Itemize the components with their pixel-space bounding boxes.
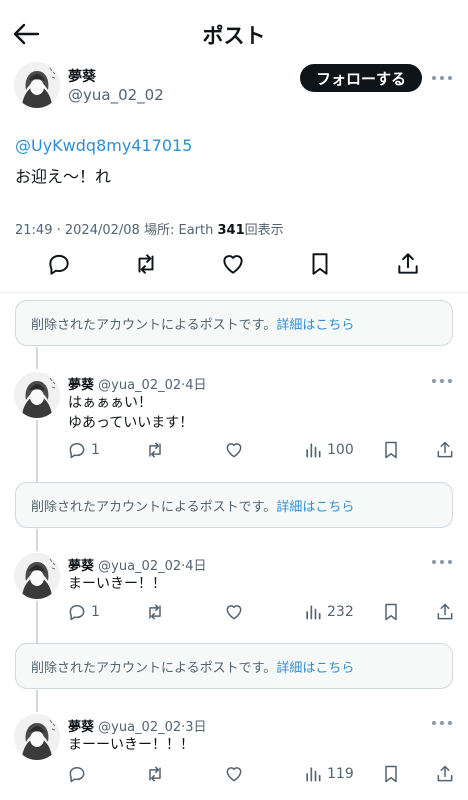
deleted-notice-text: 削除されたアカウントによるポストです。	[31, 317, 277, 333]
repost-icon[interactable]	[145, 764, 165, 784]
author-handle[interactable]: @yua_02_02	[98, 720, 181, 735]
deleted-notice-text: 削除されたアカウントによるポストです。	[31, 660, 277, 676]
repost-icon[interactable]	[133, 251, 159, 277]
views-icon	[303, 602, 323, 622]
share-icon[interactable]	[435, 602, 455, 622]
thread-line	[36, 690, 38, 712]
repost-icon[interactable]	[145, 602, 165, 622]
author-name[interactable]: 夢葵	[68, 66, 96, 86]
reply-line: はぁぁぁい！	[68, 395, 152, 411]
post-text: お迎え〜！れ	[15, 167, 112, 186]
reply-header: 夢葵 @yua_02_02·4日	[68, 374, 207, 393]
views-count[interactable]: 341	[217, 223, 244, 238]
views-button[interactable]: 100	[303, 440, 354, 460]
reply-line: まーーいきー！！！	[68, 737, 194, 753]
post-date: 2024/02/08	[64, 223, 140, 238]
reply-button[interactable]	[67, 764, 91, 784]
bookmark-icon[interactable]	[381, 764, 401, 784]
views-count: 100	[327, 442, 354, 458]
thread-line	[36, 529, 38, 551]
author-name[interactable]: 夢葵	[68, 378, 94, 393]
deleted-post-notice: 削除されたアカウントによるポストです。 詳細はこちら	[15, 482, 453, 528]
views-icon	[303, 764, 323, 784]
avatar[interactable]	[14, 372, 60, 418]
reply-button[interactable]: 1	[67, 440, 100, 460]
views-count: 232	[327, 604, 354, 620]
follow-button[interactable]: フォローする	[300, 64, 422, 92]
repost-icon[interactable]	[145, 440, 165, 460]
reply-icon	[67, 764, 87, 784]
reply-icon	[67, 440, 87, 460]
bookmark-icon[interactable]	[381, 440, 401, 460]
reply-header: 夢葵 @yua_02_02·4日	[68, 555, 207, 574]
thread-line	[36, 601, 38, 643]
views-label: 回表示	[244, 223, 284, 238]
post-meta: 21:49 · 2024/02/08 場所: Earth 341回表示	[15, 219, 284, 238]
reply-text: はぁぁぁい！ ゆあっていいます！	[68, 393, 193, 433]
share-icon[interactable]	[395, 251, 421, 277]
post-age: 3日	[185, 720, 207, 735]
reply-count: 1	[91, 442, 100, 458]
reply-icon	[67, 602, 87, 622]
bookmark-icon[interactable]	[307, 251, 333, 277]
share-icon[interactable]	[435, 764, 455, 784]
details-link[interactable]: 詳細はこちら	[276, 657, 354, 676]
thread-line	[36, 420, 38, 482]
details-link[interactable]: 詳細はこちら	[276, 496, 354, 515]
post-time: 21:49	[15, 223, 53, 238]
author-handle[interactable]: @yua_02_02	[68, 86, 164, 104]
bookmark-icon[interactable]	[381, 602, 401, 622]
reply-header: 夢葵 @yua_02_02·3日	[68, 716, 207, 735]
post-location: 場所: Earth	[143, 223, 214, 238]
author-handle[interactable]: @yua_02_02	[98, 378, 181, 393]
share-icon[interactable]	[435, 440, 455, 460]
deleted-post-notice: 削除されたアカウントによるポストです。 詳細はこちら	[15, 300, 453, 346]
post-age: 4日	[185, 559, 207, 574]
more-icon[interactable]	[432, 378, 452, 384]
meta-separator: ·	[56, 223, 61, 238]
author-name[interactable]: 夢葵	[68, 559, 94, 574]
more-icon[interactable]	[432, 75, 452, 81]
avatar[interactable]	[14, 62, 60, 108]
views-button[interactable]: 119	[303, 764, 354, 784]
like-icon[interactable]	[224, 764, 244, 784]
details-link[interactable]: 詳細はこちら	[276, 314, 354, 333]
views-button[interactable]: 232	[303, 602, 354, 622]
reply-line: ゆあっていいます！	[68, 415, 194, 431]
reply-text: まーいきー！！	[68, 574, 166, 594]
like-icon[interactable]	[224, 602, 244, 622]
reply-count: 1	[91, 604, 100, 620]
post-age: 4日	[185, 378, 207, 393]
deleted-post-notice: 削除されたアカウントによるポストです。 詳細はこちら	[15, 643, 453, 689]
views-icon	[303, 440, 323, 460]
thread-line	[36, 347, 38, 369]
views-count: 119	[327, 766, 354, 782]
like-icon[interactable]	[224, 440, 244, 460]
page-title: ポスト	[202, 24, 266, 48]
reply-button[interactable]: 1	[67, 602, 100, 622]
divider	[0, 292, 468, 293]
reply-text: まーーいきー！！！	[68, 735, 194, 755]
author-name[interactable]: 夢葵	[68, 720, 94, 735]
avatar[interactable]	[14, 714, 60, 760]
reply-icon[interactable]	[46, 251, 72, 277]
avatar[interactable]	[14, 553, 60, 599]
more-icon[interactable]	[432, 559, 452, 565]
deleted-notice-text: 削除されたアカウントによるポストです。	[31, 499, 277, 515]
author-handle[interactable]: @yua_02_02	[98, 559, 181, 574]
reply-line: まーいきー！！	[68, 576, 166, 592]
like-icon[interactable]	[220, 251, 246, 277]
more-icon[interactable]	[432, 720, 452, 726]
mention-link[interactable]: @UyKwdq8my417015	[15, 136, 192, 155]
